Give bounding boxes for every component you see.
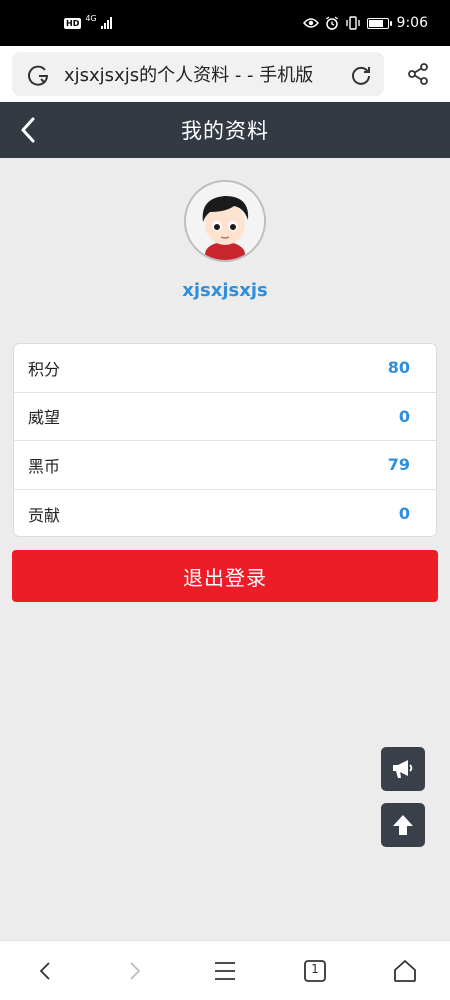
forward-icon — [130, 961, 141, 980]
battery-icon — [366, 17, 392, 29]
page-header: 我的资料 — [0, 102, 450, 158]
stat-row-coins: 黑币 79 — [14, 441, 436, 490]
hd-badge: HD — [64, 17, 82, 29]
status-right: 9:06 — [302, 15, 428, 31]
stat-value: 80 — [387, 358, 410, 378]
network-type: 4G — [85, 14, 97, 23]
username[interactable]: xjsxjsxjs — [0, 280, 450, 301]
stat-label: 积分 — [28, 359, 61, 379]
home-icon — [394, 959, 416, 982]
stat-row-prestige: 威望 0 — [14, 393, 436, 441]
back-button[interactable] — [18, 110, 58, 150]
nav-home-button[interactable] — [375, 941, 435, 1000]
menu-icon — [215, 961, 235, 980]
avatar[interactable] — [186, 182, 264, 260]
reload-icon[interactable] — [338, 52, 384, 96]
nav-tabs-button[interactable]: 1 — [285, 941, 345, 1000]
vibrate-icon — [345, 16, 360, 30]
stat-label: 威望 — [28, 408, 61, 428]
address-bar[interactable]: xjsxjsxjs的个人资料 - - 手机版 — [12, 52, 384, 96]
tabs-icon: 1 — [303, 959, 327, 983]
arrow-up-icon — [393, 815, 413, 835]
chevron-left-icon — [21, 117, 35, 143]
bottom-nav: 1 — [0, 940, 450, 1000]
megaphone-icon — [393, 760, 413, 778]
announce-button[interactable] — [381, 747, 425, 791]
eye-icon — [302, 18, 319, 28]
back-icon — [39, 961, 50, 980]
nav-back-button[interactable] — [15, 941, 75, 1000]
stat-row-contribution: 贡献 0 — [14, 490, 436, 537]
nav-menu-button[interactable] — [195, 941, 255, 1000]
nav-forward-button[interactable] — [105, 941, 165, 1000]
stat-value: 0 — [398, 406, 410, 426]
stat-value: 0 — [398, 504, 410, 524]
stat-row-points: 积分 80 — [14, 344, 436, 393]
alarm-icon — [325, 16, 338, 30]
clock: 9:06 — [396, 15, 428, 31]
signal-icon — [100, 17, 112, 29]
stat-value: 79 — [387, 455, 410, 475]
page-title: 我的资料 — [181, 119, 269, 143]
browser-bar: xjsxjsxjs的个人资料 - - 手机版 — [0, 46, 450, 102]
logout-button[interactable]: 退出登录 — [12, 550, 438, 602]
g-search-icon[interactable] — [12, 52, 64, 96]
stat-label: 贡献 — [28, 505, 61, 525]
status-bar: HD 4G 9:06 — [0, 0, 450, 46]
back-to-top-button[interactable] — [381, 803, 425, 847]
share-icon[interactable] — [398, 56, 438, 92]
stat-label: 黑币 — [28, 456, 61, 476]
status-left: HD 4G — [64, 14, 112, 29]
tab-count: 1 — [311, 961, 319, 976]
url-text[interactable]: xjsxjsxjs的个人资料 - - 手机版 — [64, 61, 338, 87]
stats-list: 积分 80 威望 0 黑币 79 贡献 0 — [13, 343, 437, 537]
